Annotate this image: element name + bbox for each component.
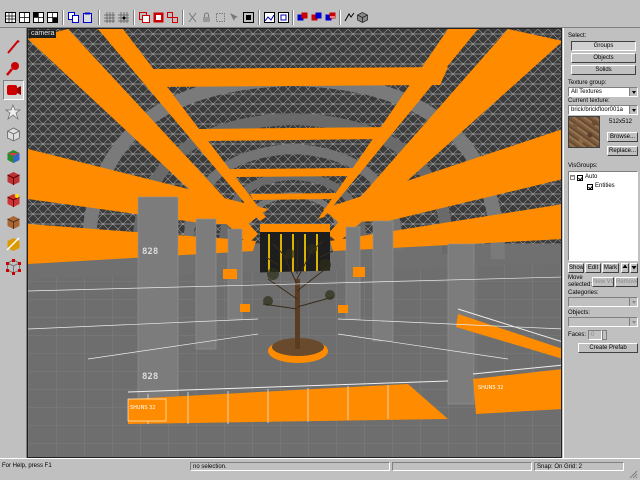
- categories-select[interactable]: [568, 297, 638, 307]
- resize-grip-icon[interactable]: [628, 469, 638, 479]
- snap-icon[interactable]: [117, 11, 130, 24]
- visgroup-item-auto[interactable]: − Auto: [570, 174, 597, 181]
- current-texture-select[interactable]: brick/brickfloor001a: [568, 105, 638, 115]
- magnify-tool-icon[interactable]: [3, 58, 24, 78]
- faces-input[interactable]: 0: [588, 330, 602, 340]
- zoom-icon[interactable]: [242, 11, 255, 24]
- move-down-button[interactable]: [630, 263, 638, 273]
- chevron-down-icon[interactable]: [629, 298, 637, 306]
- tool-palette: [0, 28, 27, 458]
- viewport-label: camera: [29, 30, 57, 38]
- paste-icon[interactable]: [81, 11, 94, 24]
- selection-status: no selection.: [190, 462, 390, 471]
- grid-icon[interactable]: [32, 11, 45, 24]
- texture-size: 512x512: [609, 119, 633, 125]
- show-icon[interactable]: [277, 11, 290, 24]
- camera-viewport[interactable]: 828 828 SHUNS 32 SHUNS 32 camera: [27, 28, 562, 458]
- categories-label: Categories:: [568, 290, 599, 296]
- select-groups-button[interactable]: Groups: [571, 41, 636, 51]
- apply-texture-icon[interactable]: [3, 168, 24, 188]
- pillar-sign: 828: [142, 247, 158, 257]
- clip-tool-icon[interactable]: [3, 234, 24, 254]
- texture-group-select[interactable]: All Textures: [568, 87, 638, 97]
- hollow-icon[interactable]: [152, 11, 165, 24]
- hammer-editor-window: 828 828 SHUNS 32 SHUNS 32 camera Select:…: [0, 0, 640, 480]
- cut-icon[interactable]: [186, 11, 199, 24]
- texture-lock-icon[interactable]: [200, 11, 213, 24]
- create-prefab-button[interactable]: Create Prefab: [578, 343, 638, 353]
- carve-icon[interactable]: [138, 11, 151, 24]
- hide-icon[interactable]: [263, 11, 276, 24]
- selection-tool-icon[interactable]: [3, 36, 24, 56]
- arrow-down-icon: [631, 266, 637, 270]
- checkbox-icon[interactable]: [587, 183, 593, 190]
- visgroups-tree[interactable]: − Auto Entities: [568, 171, 638, 261]
- move-up-button[interactable]: [621, 263, 629, 273]
- snap-status: Snap: On Grid: 2: [534, 462, 624, 471]
- new-visgroup-button[interactable]: New VG: [592, 277, 614, 287]
- replace-button[interactable]: Replace...: [607, 146, 638, 156]
- compile-icon[interactable]: [343, 11, 356, 24]
- visgroup-icon[interactable]: [296, 11, 309, 24]
- grid-icon[interactable]: [4, 11, 17, 24]
- visgroups-label: VisGroups:: [568, 163, 598, 169]
- chevron-down-icon[interactable]: [629, 318, 637, 326]
- 3d-scene: 828 828 SHUNS 32 SHUNS 32: [28, 29, 561, 457]
- entity-tool-icon[interactable]: [3, 102, 24, 122]
- visgroup-label: Entities: [595, 183, 615, 189]
- collapse-icon[interactable]: −: [570, 175, 575, 180]
- grid-icon[interactable]: [46, 11, 59, 24]
- select-objects-button[interactable]: Objects: [571, 53, 636, 63]
- walkway-sign: SHUNS 32: [478, 385, 503, 391]
- chevron-down-icon[interactable]: [629, 88, 637, 96]
- help-text: For Help, press F1: [2, 463, 52, 469]
- status-bar: For Help, press F1 no selection. Snap: O…: [0, 458, 640, 480]
- group-icon[interactable]: [166, 11, 179, 24]
- objects-select[interactable]: [568, 317, 638, 327]
- browse-button[interactable]: Browse...: [607, 132, 638, 142]
- move-selected-label: Move selected:: [568, 275, 593, 288]
- remove-button[interactable]: Remove: [615, 277, 638, 287]
- objects-label: Objects:: [568, 310, 591, 316]
- block-tool-icon[interactable]: [3, 124, 24, 144]
- texture-tool-icon[interactable]: [3, 146, 24, 166]
- visgroup-item-entities[interactable]: Entities: [587, 183, 615, 190]
- current-texture-value: brick/brickfloor001a: [571, 107, 624, 113]
- run-map-icon[interactable]: [324, 11, 337, 24]
- grid-icon[interactable]: [18, 11, 31, 24]
- overlay-tool-icon[interactable]: [3, 212, 24, 232]
- ungroup-icon[interactable]: [214, 11, 227, 24]
- visgroup-label: Auto: [585, 174, 598, 180]
- select-all-icon[interactable]: [228, 11, 241, 24]
- current-texture-label: Current texture:: [568, 98, 610, 104]
- texture-preview[interactable]: [568, 116, 600, 148]
- faces-label: Faces:: [568, 332, 587, 338]
- show-button[interactable]: Show: [568, 263, 584, 273]
- edit-button[interactable]: Edit: [585, 263, 601, 273]
- decal-tool-icon[interactable]: [3, 190, 24, 210]
- grid-toggle-icon[interactable]: [103, 11, 116, 24]
- chevron-down-icon[interactable]: [629, 106, 637, 114]
- properties-panel: Select: Groups Objects Solids Texture gr…: [563, 28, 640, 458]
- visgroup-icon[interactable]: [310, 11, 323, 24]
- checkbox-icon[interactable]: [577, 174, 583, 181]
- select-label: Select:: [568, 33, 587, 39]
- texture-group-label: Texture group:: [568, 80, 607, 86]
- status-field: [392, 462, 532, 471]
- walkway-sign: SHUNS 32: [130, 405, 155, 411]
- pillar-sign: 828: [142, 372, 158, 382]
- faces-stepper[interactable]: [602, 330, 607, 340]
- cube-icon[interactable]: [356, 11, 369, 24]
- mark-button[interactable]: Mark: [602, 263, 619, 273]
- texture-group-value: All Textures: [571, 89, 602, 95]
- main-toolbar: [0, 0, 640, 28]
- camera-tool-icon[interactable]: [3, 80, 24, 100]
- vertex-tool-icon[interactable]: [3, 256, 24, 276]
- arrow-up-icon: [622, 264, 628, 268]
- select-solids-button[interactable]: Solids: [571, 65, 636, 75]
- copy-icon[interactable]: [67, 11, 80, 24]
